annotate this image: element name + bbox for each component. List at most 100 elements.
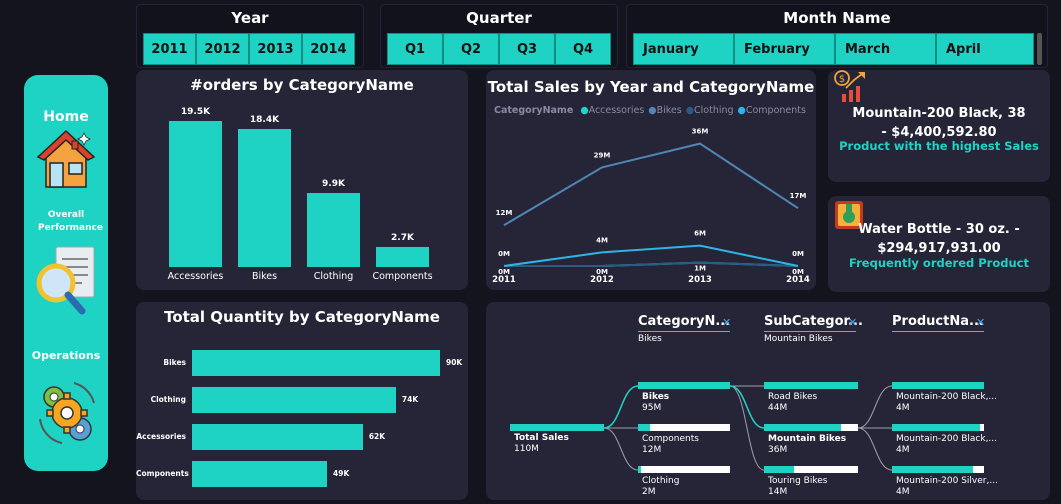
month-chip-march[interactable]: March — [835, 33, 936, 65]
decomp-l1-label-2: Clothing 2M — [642, 476, 679, 498]
orders-bar-accessories[interactable] — [169, 120, 222, 267]
decomp-l3-label-1: Mountain-200 Black,... 4M — [896, 434, 997, 456]
orders-category-label: Components — [372, 271, 433, 282]
nav-overall-label[interactable]: Overall Performance — [24, 209, 108, 235]
quarter-slicer: Quarter Q1 Q2 Q3 Q4 — [380, 4, 618, 68]
decomp-l3-value-1: 4M — [896, 445, 910, 455]
month-slicer-title: Month Name — [783, 9, 891, 27]
decomp-l1-bar-1[interactable] — [638, 424, 730, 431]
kpi-frequent-order-caption: Frequently ordered Product — [849, 256, 1029, 270]
decomp-root-name: Total Sales — [514, 433, 569, 443]
sales-chart-panel: Total Sales by Year and CategoryName Cat… — [486, 70, 816, 290]
decomposition-tree-panel: CategoryN... ✕ Bikes SubCategor... ✕ Mou… — [486, 302, 1050, 500]
year-slicer-title: Year — [231, 9, 269, 27]
kpi-highest-sales-value: Mountain-200 Black, 38 - $4,400,592.80 — [852, 106, 1026, 140]
quantity-bar-components[interactable] — [192, 461, 328, 487]
svg-text:$: $ — [839, 74, 845, 85]
quarter-chip-q1[interactable]: Q1 — [387, 33, 443, 65]
orders-category-label: Bikes — [251, 271, 278, 282]
quantity-value-label: 62K — [368, 432, 386, 441]
decomp-l1-name-1: Components — [642, 434, 699, 444]
month-slicer: Month Name January February March April — [626, 4, 1048, 68]
decomp-l1-bar-0[interactable] — [638, 382, 730, 389]
orders-value-label: 9.9K — [322, 178, 345, 189]
kpi-frequent-order-card: Water Bottle - 30 oz. - $294,917,931.00 … — [828, 196, 1050, 292]
gears-icon[interactable] — [34, 377, 100, 447]
sales-x-tick: 2014 — [786, 275, 810, 285]
decomp-root-bar[interactable] — [510, 424, 604, 431]
quantity-category-label: Accessories — [136, 432, 186, 441]
quantity-category-label: Bikes — [163, 358, 186, 367]
year-chip-2013[interactable]: 2013 — [249, 33, 302, 65]
sidebar-nav: Home Overall Performance Operations — [24, 75, 108, 471]
kpi-highest-sales-caption: Product with the highest Sales — [839, 139, 1039, 153]
decomp-l2-label-2: Touring Bikes 14M — [768, 476, 827, 498]
slicer-scrollbar[interactable] — [1037, 33, 1042, 65]
sales-data-label: 6M — [694, 230, 706, 238]
sales-chart-plot: 0M 0M 1M 0M12M29M36M17M0M4M6M0M2011 2012 2013… — [492, 128, 810, 285]
nav-home-label[interactable]: Home — [24, 109, 108, 125]
orders-bar-clothing[interactable] — [307, 192, 360, 267]
decomp-l1-value-1: 12M — [642, 445, 662, 455]
orders-chart-plot: 19.5K Accessories 18.4K Bikes 9.9K Clothing 2.… — [136, 70, 468, 290]
year-chip-2012[interactable]: 2012 — [196, 33, 249, 65]
decomp-l3-bar-1[interactable] — [892, 424, 984, 431]
quantity-chart-panel: Total Quantity by CategoryName Bikes 90K C… — [136, 302, 468, 500]
orders-bar-components[interactable] — [376, 246, 429, 267]
decomp-l2-bar-2[interactable] — [764, 466, 858, 473]
quantity-bar-accessories[interactable] — [192, 424, 363, 450]
month-chip-february[interactable]: February — [734, 33, 835, 65]
quantity-value-label: 90K — [446, 358, 463, 367]
quantity-category-label: Components — [136, 469, 189, 478]
decomp-l2-bar-1[interactable] — [764, 424, 858, 431]
quantity-bar-bikes[interactable] — [192, 350, 440, 376]
sales-data-label: 29M — [594, 151, 611, 159]
quarter-slicer-title: Quarter — [466, 9, 532, 27]
orders-value-label: 2.7K — [391, 232, 414, 243]
decomp-l2-value-2: 14M — [768, 487, 788, 497]
quantity-category-label: Clothing — [150, 395, 186, 404]
quarter-chip-q4[interactable]: Q4 — [555, 33, 611, 65]
decomp-l1-name-0: Bikes — [642, 392, 670, 402]
year-chip-2011[interactable]: 2011 — [143, 33, 196, 65]
decomp-root-value: 110M — [514, 444, 539, 454]
kpi-frequent-order-value: Water Bottle - 30 oz. - $294,917,931.00 — [858, 222, 1020, 256]
orders-bar-bikes[interactable] — [238, 129, 291, 267]
decomp-l1-label-0: Bikes 95M — [642, 392, 669, 414]
orders-chart-panel: #orders by CategoryName 19.5K Accessories… — [136, 70, 468, 290]
quantity-bar-clothing[interactable] — [192, 387, 396, 413]
year-chip-2014[interactable]: 2014 — [302, 33, 355, 65]
decomp-l1-label-1: Components 12M — [642, 434, 699, 456]
nav-operations-label[interactable]: Operations — [24, 349, 108, 362]
sales-x-tick: 2011 — [492, 275, 516, 285]
money-growth-icon: $ — [834, 70, 865, 102]
sales-line-components[interactable] — [503, 244, 799, 267]
decomp-l2-label-0: Road Bikes 44M — [768, 392, 817, 414]
quarter-chip-q3[interactable]: Q3 — [499, 33, 555, 65]
decomp-l1-bar-2[interactable] — [638, 466, 730, 473]
kpi-highest-sales-card: $ Mountain-200 Black, 38 - $4,400,592.80… — [828, 70, 1050, 182]
decomp-l2-name-2: Touring Bikes — [768, 476, 828, 486]
decomp-l3-name-0: Mountain-200 Black,... — [896, 392, 998, 402]
document-search-icon[interactable] — [32, 243, 102, 319]
orders-category-label: Accessories — [167, 271, 224, 282]
year-slicer: Year 2011 2012 2013 2014 — [136, 4, 364, 68]
sales-line-bikes[interactable] — [503, 142, 799, 227]
quarter-chip-q2[interactable]: Q2 — [443, 33, 499, 65]
decomp-l3-name-1: Mountain-200 Black,... — [896, 434, 998, 444]
decomp-l3-bar-0[interactable] — [892, 382, 984, 389]
orders-value-label: 18.4K — [249, 115, 280, 125]
decomp-l3-bar-2[interactable] — [892, 466, 984, 473]
sales-line-clothing[interactable] — [504, 261, 799, 267]
home-icon[interactable] — [36, 129, 96, 191]
month-chip-april[interactable]: April — [936, 33, 1034, 65]
decomp-l2-bar-0[interactable] — [764, 382, 858, 389]
decomp-l3-label-2: Mountain-200 Silver,... 4M — [896, 476, 998, 498]
sales-data-label: 4M — [596, 236, 608, 244]
decomp-l3-value-0: 4M — [896, 403, 910, 413]
decomp-l3-name-2: Mountain-200 Silver,... — [896, 476, 998, 486]
decomp-l1-name-2: Clothing — [642, 476, 680, 486]
month-chip-january[interactable]: January — [633, 33, 734, 65]
decomp-l1-value-0: 95M — [642, 403, 662, 413]
decomp-l2-name-1: Mountain Bikes — [768, 434, 847, 444]
